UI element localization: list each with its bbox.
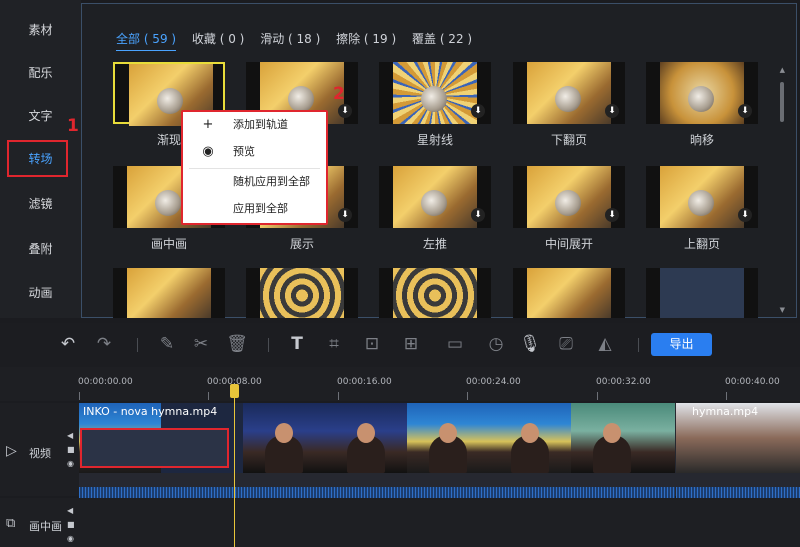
plus-icon: +	[202, 117, 214, 132]
screen-record-icon[interactable]: ⎚	[555, 333, 577, 355]
transition-thumb[interactable]	[113, 268, 225, 318]
resize-icon[interactable]: ⊡	[361, 333, 383, 355]
timeline-ruler[interactable]: 00:00:00.00 00:00:08.00 00:00:16.00 00:0…	[0, 367, 800, 401]
mosaic-icon[interactable]: ⊞	[400, 333, 422, 355]
scroll-up-icon[interactable]: ▲	[780, 66, 785, 74]
transition-thumb-star-rays[interactable]: ⬇	[379, 62, 491, 124]
track-label: 画中画	[29, 520, 62, 533]
download-icon[interactable]: ⬇	[338, 208, 352, 222]
divider	[638, 338, 639, 352]
clock-icon[interactable]: ◷	[485, 333, 507, 355]
edit-toolbar: ↶ ↷ ✎ ✂ 🗑 T ⌗ ⊡ ⊞ ▭ ◷ 🎙 ⎚ ◭ 导出	[0, 323, 800, 367]
download-icon[interactable]: ⬇	[471, 104, 485, 118]
tab-wipe[interactable]: 擦除 ( 19 )	[336, 30, 396, 50]
download-icon[interactable]: ⬇	[471, 208, 485, 222]
menu-item-preview[interactable]: ◉ 预览	[183, 141, 326, 163]
category-tabs: 全部 ( 59 ) 收藏 ( 0 ) 滑动 ( 18 ) 擦除 ( 19 ) 覆…	[116, 30, 484, 51]
divider	[137, 338, 138, 352]
text-icon[interactable]: T	[286, 333, 308, 355]
ruler-tick: 00:00:24.00	[466, 377, 521, 387]
menu-item-add-to-track[interactable]: + 添加到轨道	[183, 114, 326, 136]
transition-thumb-page-down[interactable]: ⬇	[513, 62, 625, 124]
frame-icon[interactable]: ▭	[444, 333, 466, 355]
transition-label: 中间展开	[544, 237, 593, 251]
microphone-icon[interactable]: 🎙	[519, 333, 541, 355]
playhead-handle[interactable]	[230, 384, 239, 398]
highlight-box	[7, 140, 68, 177]
transition-label: 左推	[422, 237, 447, 251]
ruler-tick: 00:00:32.00	[596, 377, 651, 387]
lock-icon[interactable]: ■	[67, 520, 75, 529]
volume-icon[interactable]: ◀	[67, 431, 73, 440]
transition-thumb-center-expand[interactable]: ⬇	[513, 166, 625, 228]
transition-thumb-spiral[interactable]	[379, 268, 491, 318]
tab-cover[interactable]: 覆盖 ( 22 )	[412, 30, 472, 50]
video-editor: 素材 配乐 文字 转场 滤镜 叠附 动画 1 全部 ( 59 ) 收藏 ( 0 …	[0, 0, 800, 547]
tab-slide[interactable]: 滑动 ( 18 )	[260, 30, 320, 50]
video-clip[interactable]: hymna.mp4	[676, 403, 800, 473]
transition-thumb-page-up[interactable]: ⬇	[646, 166, 758, 228]
pip-icon: ⧉	[6, 516, 16, 531]
transition-label: 上翻页	[683, 237, 720, 251]
transition-label: 画中画	[150, 237, 187, 251]
menu-divider	[189, 168, 320, 169]
ruler-tick: 00:00:40.00	[725, 377, 780, 387]
sidebar-item-animations[interactable]: 动画	[0, 273, 81, 313]
eye-icon[interactable]: ◉	[67, 459, 74, 468]
download-icon[interactable]: ⬇	[605, 104, 619, 118]
eye-icon[interactable]: ◉	[67, 534, 74, 543]
transition-label: 星射线	[416, 133, 453, 147]
ruler-tick: 00:00:00.00	[78, 377, 133, 387]
redo-icon[interactable]: ↷	[93, 333, 115, 355]
pip-track[interactable]	[79, 498, 800, 547]
annotation-2: 2	[333, 84, 345, 104]
volume-icon[interactable]: ◀	[67, 506, 73, 515]
transition-clip[interactable]	[80, 428, 229, 468]
scissors-icon[interactable]: ✂	[190, 333, 212, 355]
eye-icon: ◉	[202, 144, 214, 159]
video-icon: ▷	[6, 443, 17, 459]
sidebar: 素材 配乐 文字 转场 滤镜 叠附 动画 1	[0, 0, 81, 318]
crop-icon[interactable]: ⌗	[323, 333, 345, 355]
transition-label: 下翻页	[550, 133, 587, 147]
annotation-1: 1	[67, 116, 79, 136]
transition-thumb-shift[interactable]: ⬇	[646, 62, 758, 124]
trash-icon[interactable]: 🗑	[226, 333, 248, 355]
scroll-down-icon[interactable]: ▼	[780, 306, 785, 314]
scrollbar[interactable]	[780, 82, 784, 122]
export-button[interactable]: 导出	[651, 333, 712, 356]
context-menu: + 添加到轨道 ◉ 预览 随机应用到全部 应用到全部	[181, 110, 328, 225]
ruler-tick: 00:00:16.00	[337, 377, 392, 387]
tab-favorites[interactable]: 收藏 ( 0 )	[192, 30, 244, 50]
transition-label: 晌移	[689, 133, 714, 147]
transition-label: 展示	[289, 237, 314, 251]
download-icon[interactable]: ⬇	[338, 104, 352, 118]
transition-thumb-arrows[interactable]	[646, 268, 758, 318]
paint-bucket-icon[interactable]: ◭	[594, 333, 616, 355]
sidebar-item-music[interactable]: 配乐	[0, 53, 81, 93]
download-icon[interactable]: ⬇	[738, 208, 752, 222]
menu-item-random-apply-all[interactable]: 随机应用到全部	[183, 171, 326, 193]
pip-track-header: ⧉ 画中画 ◀ ■ ◉	[0, 498, 79, 547]
transition-thumb-spiral[interactable]	[246, 268, 358, 318]
playhead[interactable]	[234, 386, 235, 547]
video-track-header: ▷ 视频 ◀ ■ ◉	[0, 403, 79, 496]
lock-icon[interactable]: ■	[67, 445, 75, 454]
transition-thumb[interactable]	[513, 268, 625, 318]
sidebar-item-overlays[interactable]: 叠附	[0, 229, 81, 269]
tab-all[interactable]: 全部 ( 59 )	[116, 30, 177, 51]
clip-name: hymna.mp4	[692, 405, 759, 418]
track-label: 视频	[29, 447, 51, 460]
download-icon[interactable]: ⬇	[738, 104, 752, 118]
transition-thumb-push-left[interactable]: ⬇	[379, 166, 491, 228]
undo-icon[interactable]: ↶	[57, 333, 79, 355]
pencil-icon[interactable]: ✎	[156, 333, 178, 355]
sidebar-item-filters[interactable]: 滤镜	[0, 184, 81, 224]
download-icon[interactable]: ⬇	[605, 208, 619, 222]
sidebar-item-media[interactable]: 素材	[0, 10, 81, 50]
divider	[268, 338, 269, 352]
menu-item-apply-all[interactable]: 应用到全部	[183, 198, 326, 220]
clip-name: INKO - nova hymna.mp4	[83, 405, 218, 418]
